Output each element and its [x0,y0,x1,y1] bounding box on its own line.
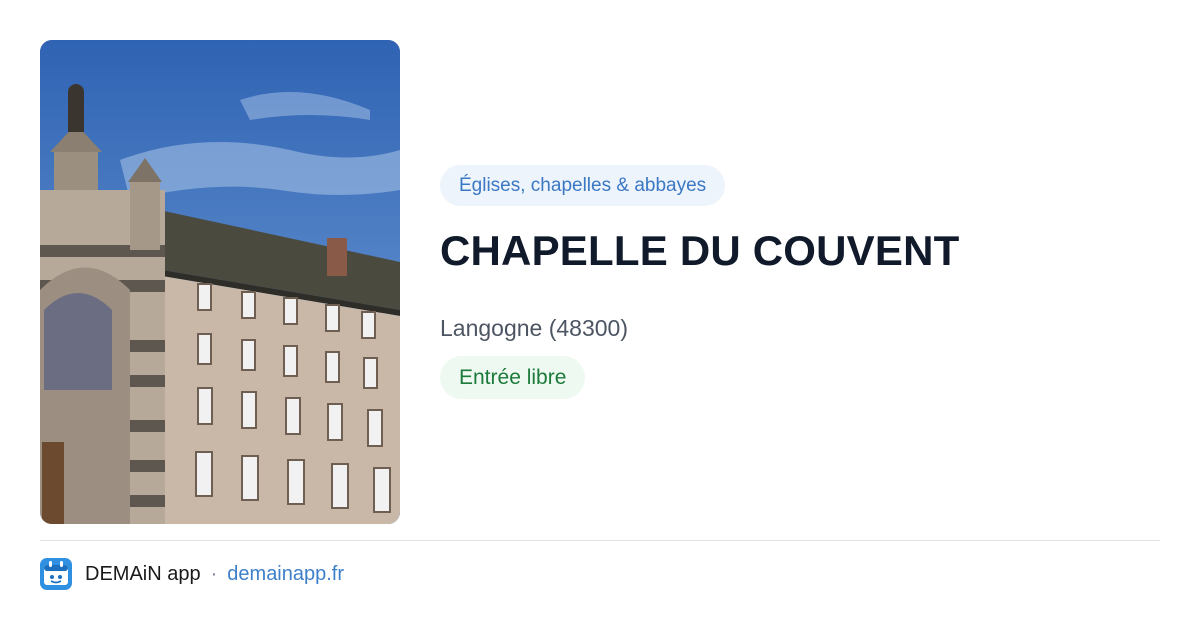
footer-separator: · [210,562,218,585]
place-title: CHAPELLE DU COUVENT [440,227,960,274]
place-photo [40,40,400,524]
footer: DEMAiN app · demainapp.fr [40,558,344,590]
chapel-photo-illustration [40,40,400,524]
category-badge[interactable]: Églises, chapelles & abbayes [440,165,726,206]
footer-divider [40,540,1160,541]
demain-app-icon[interactable] [40,558,72,590]
place-location: Langogne (48300) [440,315,628,341]
access-badge: Entrée libre [440,356,586,399]
place-info: Églises, chapelles & abbayes CHAPELLE DU… [440,165,1160,399]
site-link[interactable]: demainapp.fr [227,563,344,586]
app-name: DEMAiN app [85,562,201,585]
